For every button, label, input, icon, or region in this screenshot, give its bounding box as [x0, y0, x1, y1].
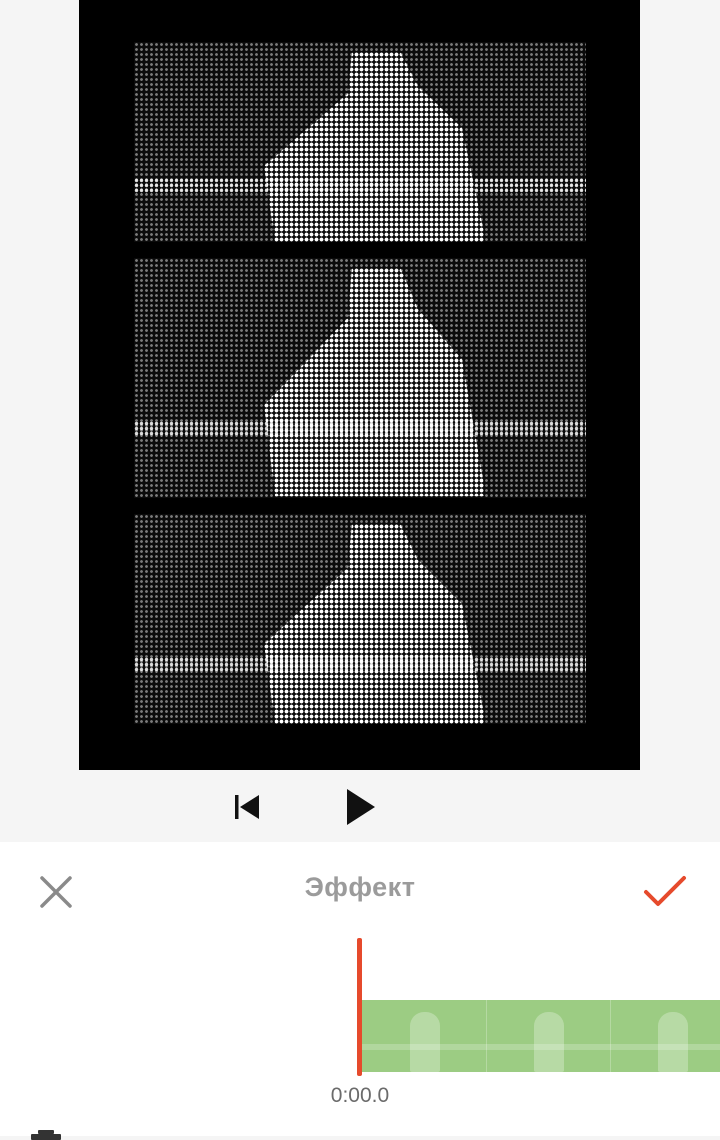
- panel-title: Эффект: [304, 872, 416, 902]
- play-icon: [347, 789, 375, 825]
- track-thumbnail: [486, 1000, 611, 1072]
- skip-to-start-button[interactable]: [222, 782, 272, 832]
- video-track[interactable]: [362, 1000, 720, 1072]
- panel-header: Эффект: [0, 842, 720, 938]
- track-thumbnail: [362, 1000, 487, 1072]
- video-preview[interactable]: [79, 0, 640, 770]
- playhead-time: 0:00.0: [330, 1084, 390, 1107]
- track-thumbnail: [610, 1000, 720, 1072]
- timeline[interactable]: 0:00.0: [0, 938, 720, 1108]
- video-strip-bottom: [134, 514, 586, 724]
- play-button[interactable]: [335, 782, 385, 832]
- skip-to-start-icon: [235, 795, 259, 819]
- effect-panel: Эффект 0:00.0: [0, 842, 720, 1140]
- video-strip-middle: [134, 258, 586, 498]
- confirm-button[interactable]: [638, 866, 690, 918]
- player-controls: [0, 782, 720, 832]
- playhead[interactable]: [357, 938, 362, 1076]
- checkmark-icon: [644, 876, 686, 906]
- video-strip-top: [134, 42, 586, 242]
- trash-icon[interactable]: [28, 1128, 64, 1140]
- video-preview-area: [0, 0, 720, 842]
